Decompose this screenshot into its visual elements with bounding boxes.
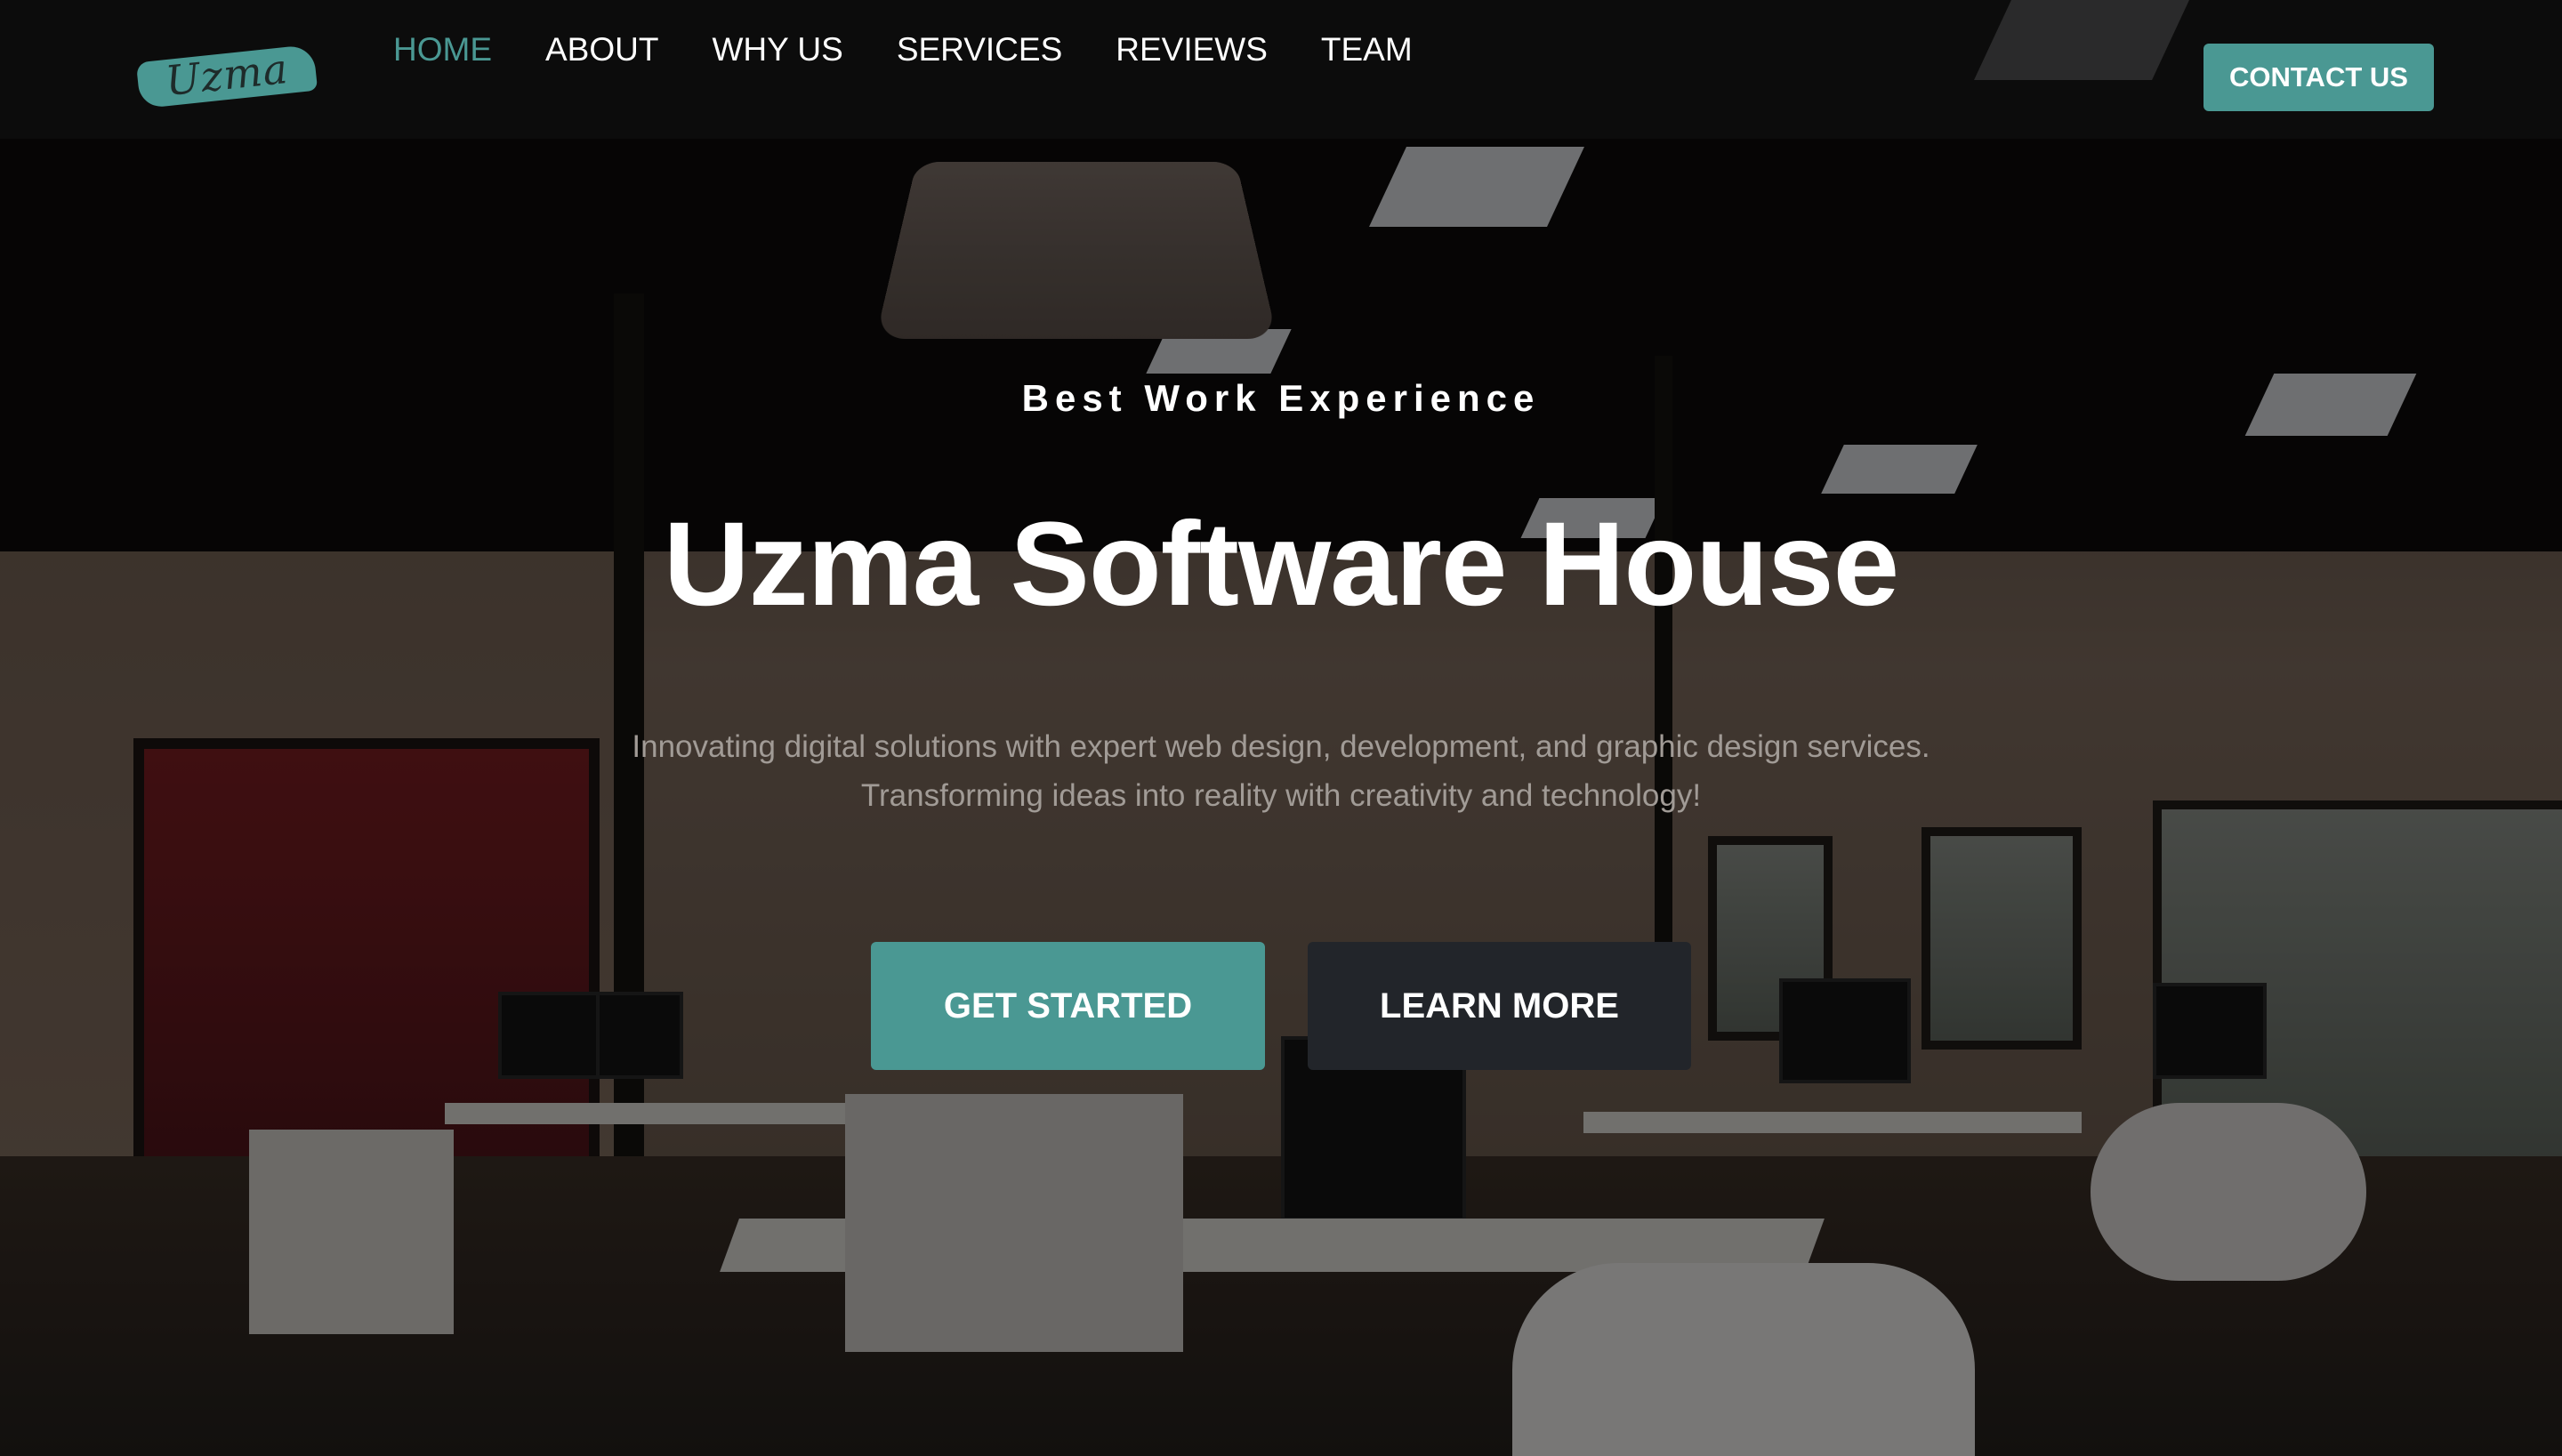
contact-us-button[interactable]: CONTACT US	[2203, 44, 2434, 111]
site-logo[interactable]: Uzma	[135, 41, 318, 109]
nav-item-why-us[interactable]: WHY US	[712, 27, 842, 73]
logo-text: Uzma	[163, 44, 291, 106]
site-header: Uzma HOME ABOUT WHY US SERVICES REVIEWS …	[0, 0, 2562, 139]
nav-item-home[interactable]: HOME	[393, 27, 492, 73]
hero-subtitle-line-2: Transforming ideas into reality with cre…	[860, 778, 1702, 813]
learn-more-button[interactable]: LEARN MORE	[1308, 942, 1691, 1070]
hero-content: Best Work Experience Uzma Software House…	[0, 0, 2562, 1456]
nav-item-about[interactable]: ABOUT	[545, 27, 658, 73]
nav-item-team[interactable]: TEAM	[1321, 27, 1413, 73]
hero-title: Uzma Software House	[663, 498, 1899, 631]
main-navigation: HOME ABOUT WHY US SERVICES REVIEWS TEAM	[393, 27, 1466, 73]
get-started-button[interactable]: GET STARTED	[871, 942, 1265, 1070]
hero-subtitle: Innovating digital solutions with expert…	[0, 722, 2562, 820]
nav-item-reviews[interactable]: REVIEWS	[1116, 27, 1268, 73]
hero-section: Uzma HOME ABOUT WHY US SERVICES REVIEWS …	[0, 0, 2562, 1456]
hero-subtitle-line-1: Innovating digital solutions with expert…	[632, 729, 1930, 764]
nav-item-services[interactable]: SERVICES	[897, 27, 1062, 73]
hero-eyebrow: Best Work Experience	[1021, 377, 1541, 419]
